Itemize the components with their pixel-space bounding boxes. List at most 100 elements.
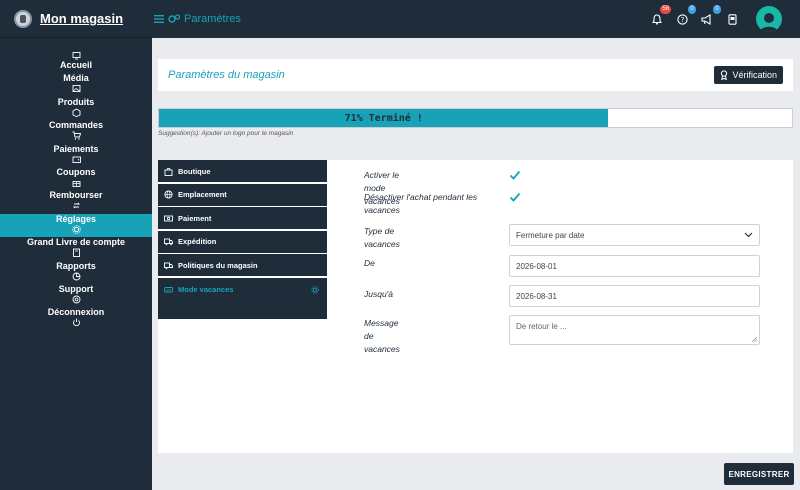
settings-tab-label: Expédition	[178, 237, 217, 246]
policy-icon	[164, 262, 173, 269]
settings-tab-boutique[interactable]: Boutique	[158, 160, 327, 182]
sidebar-item-produits[interactable]: Produits	[0, 97, 152, 120]
to-date-value: 2026-08-31	[516, 291, 557, 301]
settings-menu: Boutique Emplacement Paiement Expédition Pol…	[158, 160, 327, 320]
sidebar-item-grand-livre-de-compte[interactable]: Grand Livre de compte	[0, 237, 152, 260]
sidebar-item-label: Produits	[57, 96, 95, 107]
store-icon	[164, 167, 173, 176]
sidebar-item-rembourser[interactable]: Rembourser	[0, 190, 152, 213]
refund-icon	[72, 203, 80, 209]
help-badge: 0	[688, 5, 696, 14]
notifications-button[interactable]: 58	[650, 5, 671, 26]
svg-text:?: ?	[680, 16, 684, 24]
vacation-mode-checkbox[interactable]	[509, 169, 521, 181]
avatar[interactable]	[756, 6, 782, 32]
progress-label: 71% Terminé !	[344, 112, 423, 124]
money-icon	[164, 215, 173, 221]
brand[interactable]: Mon magasin	[0, 0, 152, 38]
sidebar-item-accueil[interactable]: Accueil	[0, 50, 152, 73]
truck-icon	[164, 238, 173, 246]
settings-tab-expedition[interactable]: Expédition	[158, 230, 327, 253]
sidebar-item-label: Accueil	[59, 60, 92, 70]
vacation-type-value: Fermeture par date	[516, 230, 585, 240]
suggestion-text: Suggestion(s): Ajouter un logo pour le m…	[158, 130, 294, 137]
vacation-message-textarea[interactable]: De retour le ...	[509, 315, 760, 345]
disable-purchase-checkbox[interactable]	[509, 191, 521, 203]
store-logo-icon	[14, 9, 32, 28]
sidebar-item-label: Rapports	[56, 260, 96, 271]
verification-label: Vérification	[732, 70, 777, 80]
box-icon	[72, 108, 80, 117]
from-date-input[interactable]: 2026-08-01	[509, 255, 760, 277]
gift-icon	[72, 181, 80, 187]
sidebar-item-rapports[interactable]: Rapports	[0, 261, 152, 284]
message-label: Message de vacances	[364, 318, 400, 354]
resize-handle-icon[interactable]	[752, 337, 757, 342]
sidebar-item-label: Support	[58, 283, 94, 294]
topbar-title: Paramètres	[154, 13, 241, 25]
settings-panel: Boutique Emplacement Paiement Expédition Pol…	[158, 160, 793, 453]
image-icon	[72, 85, 80, 93]
sidebar-item-d-connexion[interactable]: Déconnexion	[0, 307, 152, 330]
settings-tab-label: Paiement	[178, 213, 212, 223]
sidebar-item-coupons[interactable]: Coupons	[0, 167, 152, 190]
award-icon	[721, 70, 728, 80]
sidebar: Mon magasin Accueil Média Produits Commande…	[0, 0, 152, 490]
verification-button[interactable]: Vérification	[714, 66, 783, 84]
power-icon	[72, 318, 80, 327]
vacation-icon	[164, 286, 173, 292]
store-settings-header: Paramètres du magasin Vérification	[158, 59, 793, 91]
brand-name[interactable]: Mon magasin	[40, 11, 123, 26]
sidebar-item-label: Rembourser	[49, 190, 103, 201]
from-label: De	[364, 258, 375, 268]
globe-icon	[164, 190, 173, 199]
sidebar-item-paiements[interactable]: Paiements	[0, 144, 152, 167]
book-icon	[72, 248, 80, 258]
store-button[interactable]	[725, 12, 739, 26]
settings-tab-mode-vacances[interactable]: Mode vacances	[158, 277, 327, 319]
disable-purchase-label: Désactiver l'achat pendant les vacances	[364, 192, 478, 215]
sidebar-item-label: Média	[63, 73, 89, 84]
chevron-down-icon	[744, 232, 753, 238]
sidebar-item-label: Grand Livre de compte	[26, 237, 126, 248]
settings-tab-politiques-du-magasin[interactable]: Politiques du magasin	[158, 254, 327, 276]
vacation-type-label: Type de vacances	[364, 226, 400, 249]
sidebar-item-commandes[interactable]: Commandes	[0, 120, 152, 143]
save-button[interactable]: ENREGISTRER	[724, 463, 794, 485]
to-date-input[interactable]: 2026-08-31	[509, 285, 760, 307]
settings-tab-label: Politiques du magasin	[178, 260, 258, 270]
question-icon: ?	[676, 13, 688, 25]
megaphone-icon	[701, 13, 711, 25]
cart-icon	[72, 131, 81, 140]
gear-icon	[311, 285, 319, 294]
sidebar-item-support[interactable]: Support	[0, 284, 152, 307]
message-placeholder: De retour le ...	[516, 322, 567, 331]
settings-tab-label: Emplacement	[178, 190, 227, 199]
sidebar-item-m-dia[interactable]: Média	[0, 73, 152, 96]
chart-icon	[72, 272, 80, 280]
topbar: Paramètres 58 ? 0 0	[152, 0, 800, 38]
notifications-badge: 58	[660, 5, 671, 14]
user-avatar-icon	[760, 13, 778, 32]
sidebar-item-label: Réglages	[55, 213, 97, 224]
from-date-value: 2026-08-01	[516, 261, 557, 271]
page-title: Paramètres	[184, 13, 241, 25]
to-label: Jusqu'à	[364, 289, 394, 299]
menu-icon[interactable]	[154, 14, 164, 24]
announcements-button[interactable]: 0	[700, 5, 721, 26]
help-button[interactable]: ? 0	[675, 5, 696, 26]
profile-completion-bar: 71% Terminé !	[158, 108, 793, 128]
sidebar-item-label: Commandes	[48, 120, 103, 131]
progress-fill: 71% Terminé !	[159, 109, 609, 127]
settings-tab-emplacement[interactable]: Emplacement	[158, 183, 327, 206]
wallet-icon	[72, 156, 81, 163]
sidebar-item-r-glages[interactable]: Réglages	[0, 213, 152, 238]
sidebar-item-label: Coupons	[56, 166, 96, 177]
bell-icon	[652, 13, 662, 25]
sidebar-item-label: Déconnexion	[47, 307, 105, 318]
section-title: Paramètres du magasin	[168, 69, 285, 81]
vacation-type-select[interactable]: Fermeture par date	[509, 224, 760, 246]
lifebuoy-icon	[72, 295, 80, 304]
settings-tab-paiement[interactable]: Paiement	[158, 207, 327, 229]
phone-icon	[727, 13, 737, 25]
